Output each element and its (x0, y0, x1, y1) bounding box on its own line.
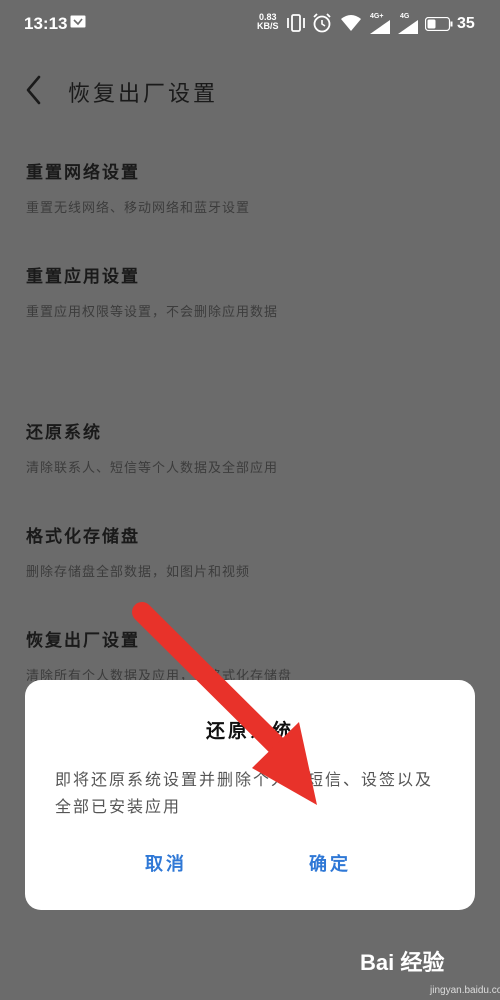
watermark-url: jingyan.baidu.com (430, 985, 500, 996)
annotation-arrow-icon (132, 602, 317, 805)
watermark: Bai 经验 jingyan.baidu.com (360, 945, 500, 996)
watermark-brand: Bai 经验 (360, 950, 445, 975)
